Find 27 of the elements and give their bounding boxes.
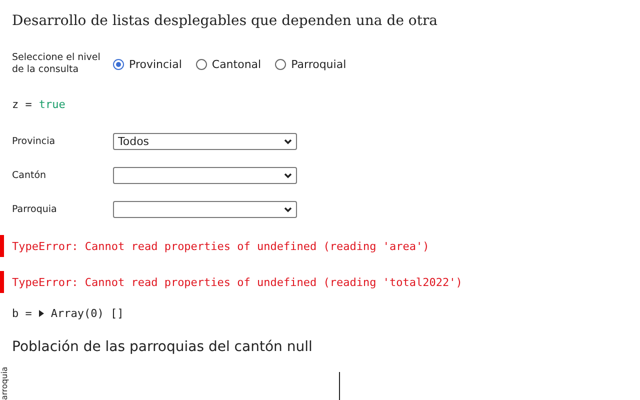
dropdown-select[interactable]: Todos [113,133,297,150]
chevron-icon [284,172,292,178]
cell-output: z = [12,98,32,111]
field-label: Seleccione el nivel de la consulta [12,52,102,76]
field-label: Provincia [12,136,56,148]
radio-option[interactable]: Cantonal [196,58,262,70]
axis-label: arroquia [0,366,10,400]
array-value: Array(0) [] [50,307,124,320]
field-label: Parroquia [12,204,58,216]
chevron-icon [284,138,292,144]
chart-heading: Población de las parroquias del cantón null [12,338,314,356]
notebook-title: Desarrollo de listas desplegables que dependen una de otra [12,12,439,30]
expand-triangle-icon[interactable] [38,310,44,317]
radio-option[interactable]: Parroquial [275,58,346,70]
chevron-icon [284,206,292,212]
field-label: Cantón [12,170,48,182]
dropdown-select[interactable] [113,167,297,184]
error-message: TypeError: Cannot read properties of undefined (reading 'total2022') [0,271,640,293]
axis-line [339,372,340,400]
error-message: TypeError: Cannot read properties of undefined (reading 'area') [0,235,640,257]
radio-icon[interactable] [275,58,286,70]
radio-icon[interactable] [113,58,124,70]
dropdown-select[interactable] [113,201,297,218]
cell-output: b = [12,307,32,320]
radio-option[interactable]: Provincial [113,58,182,70]
boolean-value: true [38,98,66,111]
radio-icon[interactable] [196,58,207,70]
